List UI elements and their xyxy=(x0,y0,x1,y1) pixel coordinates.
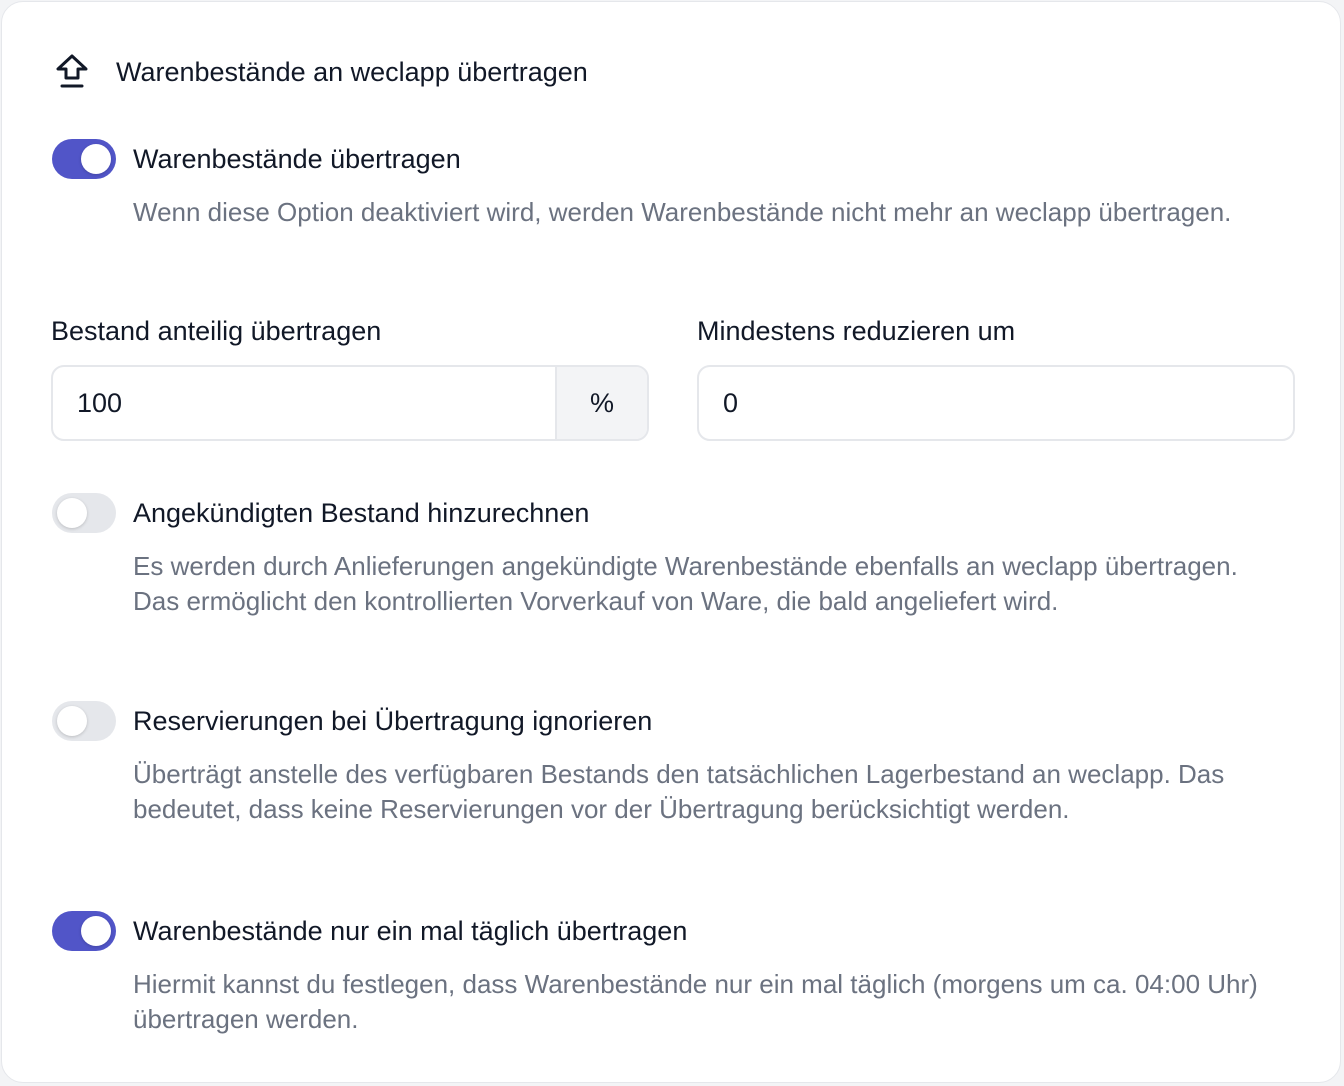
setting-daily-transfer: Warenbestände nur ein mal täglich übertr… xyxy=(52,911,1292,1037)
setting-ignore-reservations: Reservierungen bei Übertragung ignoriere… xyxy=(52,701,1292,827)
share-field-label: Bestand anteilig übertragen xyxy=(51,316,382,346)
setting-description: Hiermit kannst du festlegen, dass Warenb… xyxy=(133,969,1258,1034)
section-title: Warenbestände an weclapp übertragen xyxy=(116,57,588,87)
percent-addon: % xyxy=(555,367,647,439)
setting-label: Warenbestände nur ein mal täglich übertr… xyxy=(133,916,688,946)
share-input[interactable] xyxy=(53,367,555,439)
setting-label: Reservierungen bei Übertragung ignoriere… xyxy=(133,706,653,736)
setting-description: Es werden durch Anlieferungen angekündig… xyxy=(133,551,1238,616)
share-input-group: % xyxy=(51,365,649,441)
min-reduce-field-label: Mindestens reduzieren um xyxy=(697,316,1016,346)
section-header: Warenbestände an weclapp übertragen xyxy=(54,52,588,92)
toggle-announced-stock[interactable] xyxy=(52,493,116,533)
setting-label: Angekündigten Bestand hinzurechnen xyxy=(133,498,590,528)
upload-arrow-icon xyxy=(56,54,88,88)
toggle-daily-transfer[interactable] xyxy=(52,911,116,951)
toggle-ignore-reservations[interactable] xyxy=(52,701,116,741)
setting-transfer-stock: Warenbestände übertragen Wenn diese Opti… xyxy=(52,139,1292,230)
toggle-transfer-stock[interactable] xyxy=(52,139,116,179)
toggle-knob xyxy=(57,498,87,528)
settings-card: Warenbestände an weclapp übertragen Ware… xyxy=(1,1,1341,1083)
toggle-knob xyxy=(81,144,111,174)
min-reduce-input-group xyxy=(697,365,1295,441)
setting-description: Überträgt anstelle des verfügbaren Besta… xyxy=(133,759,1225,824)
toggle-knob xyxy=(81,916,111,946)
toggle-knob xyxy=(57,706,87,736)
setting-label: Warenbestände übertragen xyxy=(133,144,461,174)
setting-announced-stock: Angekündigten Bestand hinzurechnen Es we… xyxy=(52,493,1292,619)
min-reduce-input[interactable] xyxy=(699,367,1293,439)
setting-description: Wenn diese Option deaktiviert wird, werd… xyxy=(133,197,1232,227)
